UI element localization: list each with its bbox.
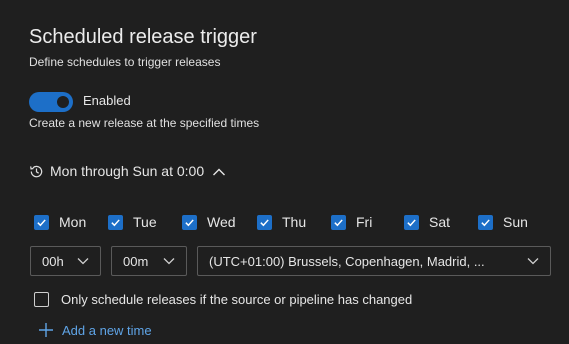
checkbox-checked-icon — [404, 214, 419, 230]
schedule-summary-toggle[interactable]: Mon through Sun at 0:00 — [29, 161, 226, 181]
day-checkbox-fri[interactable]: Fri — [331, 213, 372, 231]
day-label: Thu — [282, 214, 307, 230]
only-if-changed-checkbox[interactable]: Only schedule releases if the source or … — [34, 290, 412, 308]
checkbox-checked-icon — [257, 214, 272, 230]
minute-select[interactable]: 00m — [111, 246, 187, 276]
day-checkbox-mon[interactable]: Mon — [34, 213, 86, 231]
checkbox-checked-icon — [331, 214, 346, 230]
day-checkbox-sat[interactable]: Sat — [404, 213, 450, 231]
day-label: Mon — [59, 214, 87, 230]
day-label: Wed — [207, 214, 236, 230]
chevron-up-icon — [213, 168, 226, 176]
minute-value: 00m — [123, 253, 149, 269]
schedule-summary: Mon through Sun at 0:00 — [50, 163, 205, 179]
add-new-time-button[interactable]: Add a new time — [38, 320, 152, 340]
checkbox-checked-icon — [108, 214, 123, 230]
day-label: Sun — [503, 214, 528, 230]
enabled-toggle-label: Enabled — [83, 93, 131, 108]
day-label: Fri — [356, 214, 373, 230]
chevron-down-icon — [527, 258, 539, 265]
chevron-down-icon — [77, 258, 89, 265]
plus-icon — [39, 323, 53, 337]
day-label: Tue — [133, 214, 157, 230]
history-icon — [30, 165, 43, 177]
timezone-select[interactable]: (UTC+01:00) Brussels, Copenhagen, Madrid… — [197, 246, 551, 276]
page-title: Scheduled release trigger — [29, 26, 257, 48]
only-if-changed-label: Only schedule releases if the source or … — [61, 291, 413, 307]
toggle-knob — [57, 96, 69, 108]
day-checkbox-sun[interactable]: Sun — [478, 213, 528, 231]
day-checkbox-tue[interactable]: Tue — [108, 213, 157, 231]
chevron-down-icon — [163, 258, 175, 265]
timezone-value: (UTC+01:00) Brussels, Copenhagen, Madrid… — [209, 253, 485, 269]
day-checkbox-thu[interactable]: Thu — [257, 213, 306, 231]
checkbox-unchecked-icon — [34, 291, 49, 307]
day-label: Sat — [429, 214, 451, 230]
hour-select[interactable]: 00h — [30, 246, 101, 276]
checkbox-checked-icon — [34, 214, 49, 230]
hour-value: 00h — [42, 253, 64, 269]
checkbox-checked-icon — [182, 214, 197, 230]
trigger-description: Create a new release at the specified ti… — [29, 116, 260, 130]
checkbox-checked-icon — [478, 214, 493, 230]
day-checkbox-wed[interactable]: Wed — [182, 213, 236, 231]
add-new-time-label: Add a new time — [62, 322, 152, 338]
page-subtitle: Define schedules to trigger releases — [29, 55, 221, 69]
enabled-toggle[interactable] — [29, 92, 73, 112]
